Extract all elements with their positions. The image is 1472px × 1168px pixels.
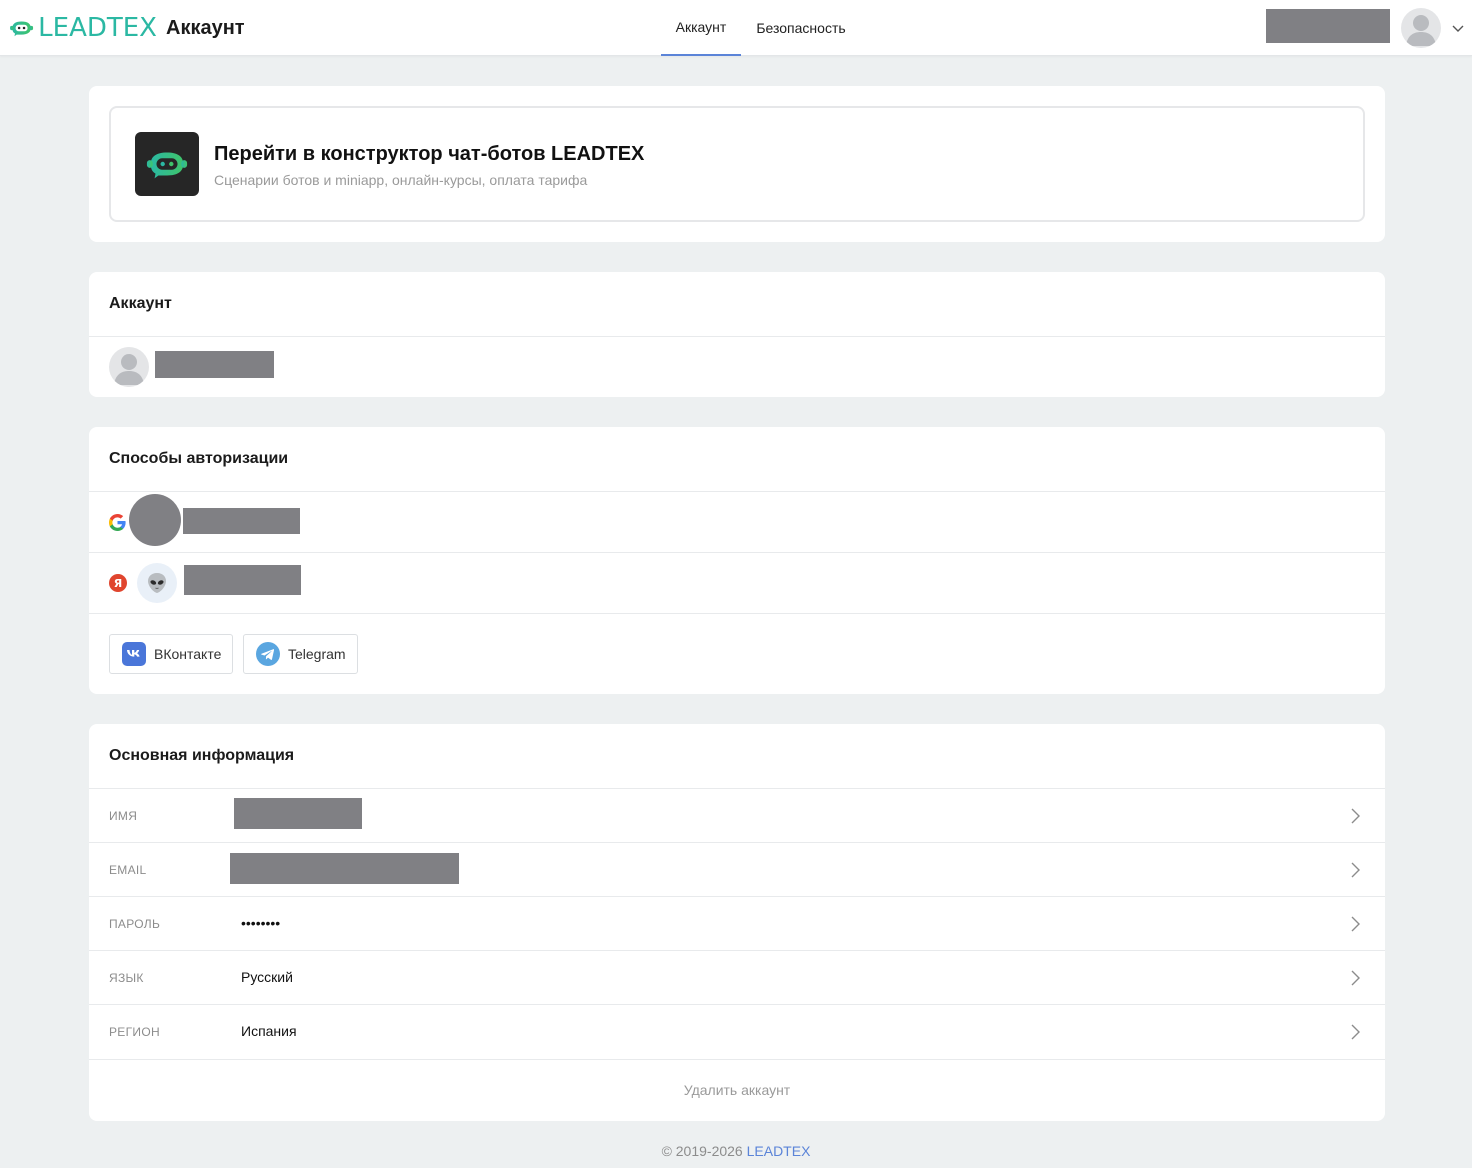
telegram-connect-button[interactable]: Telegram — [243, 634, 358, 674]
chevron-right-icon — [1351, 970, 1360, 986]
telegram-button-label: Telegram — [288, 646, 346, 662]
info-row-language[interactable]: ЯЗЫК Русский — [89, 951, 1385, 1005]
region-value: Испания — [241, 1023, 297, 1039]
chevron-right-icon — [1351, 916, 1360, 932]
delete-account-link[interactable]: Удалить аккаунт — [89, 1082, 1385, 1098]
copyright-text: © 2019-2026 — [661, 1143, 743, 1159]
vk-button-label: ВКонтакте — [154, 646, 222, 662]
info-label: ИМЯ — [109, 809, 138, 823]
chevron-down-icon[interactable] — [1450, 20, 1466, 36]
chevron-right-icon — [1351, 862, 1360, 878]
info-row-region[interactable]: РЕГИОН Испания — [89, 1005, 1385, 1059]
constructor-app-icon — [135, 132, 199, 196]
user-avatar[interactable] — [1401, 8, 1441, 48]
auth-section-title: Способы авторизации — [109, 450, 289, 467]
account-avatar — [109, 347, 149, 387]
promo-card: Перейти в конструктор чат-ботов LEADTEX … — [89, 86, 1385, 242]
footer: © 2019-2026 LEADTEX — [0, 1143, 1472, 1159]
svg-text:Я: Я — [114, 577, 122, 590]
info-label: РЕГИОН — [109, 1025, 160, 1039]
email-value-redacted — [230, 853, 459, 884]
basic-info-title: Основная информация — [109, 747, 295, 764]
divider — [89, 1059, 1385, 1060]
user-icon — [114, 354, 144, 385]
auth-methods-card: Способы авторизации Я ВКонтакте Telegram — [89, 427, 1385, 694]
vk-connect-button[interactable]: ВКонтакте — [109, 634, 233, 674]
divider — [89, 336, 1385, 337]
vk-icon — [122, 642, 146, 666]
auth-provider-google — [89, 492, 1385, 552]
user-icon — [1406, 15, 1436, 46]
tab-account[interactable]: Аккаунт — [661, 0, 741, 56]
constructor-link[interactable]: Перейти в конструктор чат-ботов LEADTEX … — [109, 106, 1365, 222]
chevron-right-icon — [1351, 1024, 1360, 1040]
telegram-icon — [256, 642, 280, 666]
info-row-password[interactable]: ПАРОЛЬ •••••••• — [89, 897, 1385, 951]
user-name-redacted[interactable] — [1266, 9, 1390, 43]
account-card: Аккаунт — [89, 272, 1385, 397]
leadtex-logo[interactable]: LEADTEX — [9, 12, 157, 44]
tab-security[interactable]: Безопасность — [749, 0, 853, 56]
account-section-title: Аккаунт — [109, 295, 172, 312]
google-account-redacted — [183, 508, 300, 534]
info-label: ПАРОЛЬ — [109, 917, 161, 931]
yandex-account-redacted — [184, 565, 301, 595]
info-row-name[interactable]: ИМЯ — [89, 789, 1385, 843]
leadtex-bot-icon — [146, 152, 188, 179]
name-value-redacted — [234, 798, 362, 829]
divider — [89, 613, 1385, 614]
account-name-redacted — [155, 351, 274, 378]
alien-icon — [148, 573, 166, 593]
tab-security-label: Безопасность — [756, 20, 846, 36]
top-bar: LEADTEX Аккаунт Аккаунт Безопасность — [0, 0, 1472, 56]
leadtex-bot-icon — [10, 21, 34, 37]
password-value: •••••••• — [241, 915, 281, 931]
leadtex-footer-link[interactable]: LEADTEX — [747, 1143, 811, 1159]
yandex-icon: Я — [109, 574, 127, 592]
tab-account-label: Аккаунт — [675, 19, 727, 35]
info-row-email[interactable]: EMAIL — [89, 843, 1385, 897]
social-buttons-row: ВКонтакте Telegram — [109, 634, 709, 674]
google-avatar-redacted — [129, 494, 181, 546]
basic-info-card: Основная информация ИМЯ EMAIL ПАРОЛЬ •••… — [89, 724, 1385, 1121]
auth-provider-yandex: Я — [89, 553, 1385, 613]
google-icon — [109, 514, 126, 531]
language-value: Русский — [241, 969, 293, 985]
promo-subtitle: Сценарии ботов и miniapp, онлайн-курсы, … — [214, 172, 588, 188]
promo-title: Перейти в конструктор чат-ботов LEADTEX — [214, 143, 645, 165]
logo-wordmark: LEADTEX — [38, 13, 157, 43]
chevron-right-icon — [1351, 808, 1360, 824]
page-title: Аккаунт — [166, 17, 245, 39]
info-label: ЯЗЫК — [109, 971, 144, 985]
yandex-avatar — [137, 563, 177, 603]
info-label: EMAIL — [109, 863, 147, 877]
